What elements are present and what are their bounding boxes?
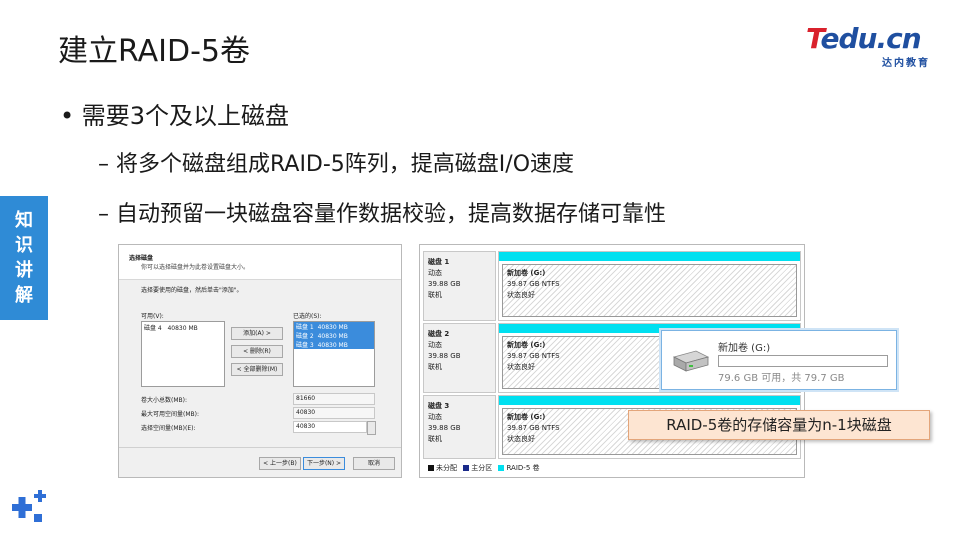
disk-info: 磁盘 2 动态 39.88 GB 联机 <box>423 323 496 393</box>
available-list[interactable]: 磁盘 4 40830 MB <box>141 321 225 387</box>
hard-drive-icon <box>672 350 710 372</box>
space-stepper[interactable] <box>367 421 376 435</box>
raid5-bar <box>499 252 800 261</box>
capacity-callout: RAID-5卷的存储容量为n-1块磁盘 <box>628 410 930 440</box>
selected-list[interactable]: 磁盘 1 40830 MB 磁盘 2 40830 MB 磁盘 3 40830 M… <box>293 321 375 387</box>
disk-type: 动态 <box>428 413 442 421</box>
disk-legend: 未分配 主分区 RAID-5 卷 <box>424 463 540 473</box>
available-label: 可用(V): <box>141 313 164 320</box>
tag-char: 识 <box>15 235 33 256</box>
dialog-subtitle: 你可以选择磁盘并为此卷设置磁盘大小。 <box>141 264 250 271</box>
select-space-input[interactable]: 40830 <box>293 421 367 433</box>
volume-tooltip: 新加卷 (G:) 79.6 GB 可用，共 79.7 GB <box>661 330 897 390</box>
back-button[interactable]: < 上一步(B) <box>259 457 301 470</box>
legend-swatch <box>428 465 434 471</box>
dialog-instruction: 选择要使用的磁盘，然后单击"添加"。 <box>141 287 243 294</box>
next-button[interactable]: 下一步(N) > <box>303 457 345 470</box>
total-size-value: 81660 <box>293 393 375 405</box>
tag-char: 知 <box>15 210 33 231</box>
bullet-parity: – 自动预留一块磁盘容量作数据校验，提高数据存储可靠性 <box>98 202 666 227</box>
plus-decoration-icon <box>12 490 46 522</box>
disk-info: 磁盘 3 动态 39.88 GB 联机 <box>423 395 496 459</box>
bullet-io-speed: – 将多个磁盘组成RAID-5阵列，提高磁盘I/O速度 <box>98 152 575 177</box>
disk-info: 磁盘 1 动态 39.88 GB 联机 <box>423 251 496 321</box>
tedu-logo: Tedu.cn 达内教育 <box>806 22 934 69</box>
list-item[interactable]: 磁盘 1 40830 MB <box>294 322 374 331</box>
disk-name: 磁盘 1 <box>428 258 450 266</box>
disk-status: 联机 <box>428 363 442 371</box>
legend-swatch <box>463 465 470 471</box>
cancel-button[interactable]: 取消 <box>353 457 395 470</box>
dialog-header: 选择磁盘 你可以选择磁盘并为此卷设置磁盘大小。 <box>119 245 401 280</box>
disk-size: 39.88 GB <box>428 352 461 360</box>
legend-label: RAID-5 卷 <box>506 464 540 472</box>
disk-name: 磁盘 2 <box>428 330 450 338</box>
max-space-label: 最大可用空间量(MB): <box>141 411 199 418</box>
tag-char: 讲 <box>15 260 33 281</box>
logo-wordmark: Tedu.cn <box>806 22 922 55</box>
add-button[interactable]: 添加(A) > <box>231 327 283 340</box>
tag-char: 解 <box>15 285 33 306</box>
list-item[interactable]: 磁盘 3 40830 MB <box>294 340 374 349</box>
disk-name: 磁盘 3 <box>428 402 450 410</box>
divider <box>119 447 401 448</box>
remove-all-button[interactable]: < 全部删除(M) <box>231 363 283 376</box>
select-disks-dialog: 选择磁盘 你可以选择磁盘并为此卷设置磁盘大小。 选择要使用的磁盘，然后单击"添加… <box>118 244 402 478</box>
raid5-bar <box>499 396 800 405</box>
volume-capacity: 79.6 GB 可用，共 79.7 GB <box>718 373 845 384</box>
knowledge-tag: 知 识 讲 解 <box>0 196 48 320</box>
legend-label: 未分配 <box>436 464 457 472</box>
disk-row[interactable]: 磁盘 1 动态 39.88 GB 联机 新加卷 (G:) 39.87 GB NT… <box>423 251 801 321</box>
disk-status: 联机 <box>428 435 442 443</box>
disk-type: 动态 <box>428 269 442 277</box>
max-space-value: 40830 <box>293 407 375 419</box>
list-item[interactable]: 磁盘 4 40830 MB <box>142 322 224 333</box>
legend-swatch <box>498 465 505 471</box>
disk-status: 联机 <box>428 291 442 299</box>
volume-name: 新加卷 (G:) <box>718 343 771 354</box>
dialog-title: 选择磁盘 <box>129 255 154 262</box>
remove-button[interactable]: < 删除(R) <box>231 345 283 358</box>
legend-label: 主分区 <box>471 464 493 472</box>
volume-body: 新加卷 (G:) 39.87 GB NTFS 状态良好 <box>502 264 797 317</box>
bullet-requirement: • 需要3个及以上磁盘 <box>60 102 290 130</box>
raid5-volume[interactable]: 新加卷 (G:) 39.87 GB NTFS 状态良好 <box>498 251 801 321</box>
total-size-label: 卷大小总数(MB): <box>141 397 187 404</box>
list-item[interactable]: 磁盘 2 40830 MB <box>294 331 374 340</box>
slide-title: 建立RAID-5卷 <box>58 34 251 69</box>
disk-size: 39.88 GB <box>428 280 461 288</box>
select-space-label: 选择空间量(MB)(E): <box>141 425 196 432</box>
disk-type: 动态 <box>428 341 442 349</box>
selected-label: 已选的(S): <box>293 313 322 320</box>
logo-subtitle: 达内教育 <box>882 58 930 69</box>
capacity-bar <box>718 355 888 367</box>
disk-size: 39.88 GB <box>428 424 461 432</box>
